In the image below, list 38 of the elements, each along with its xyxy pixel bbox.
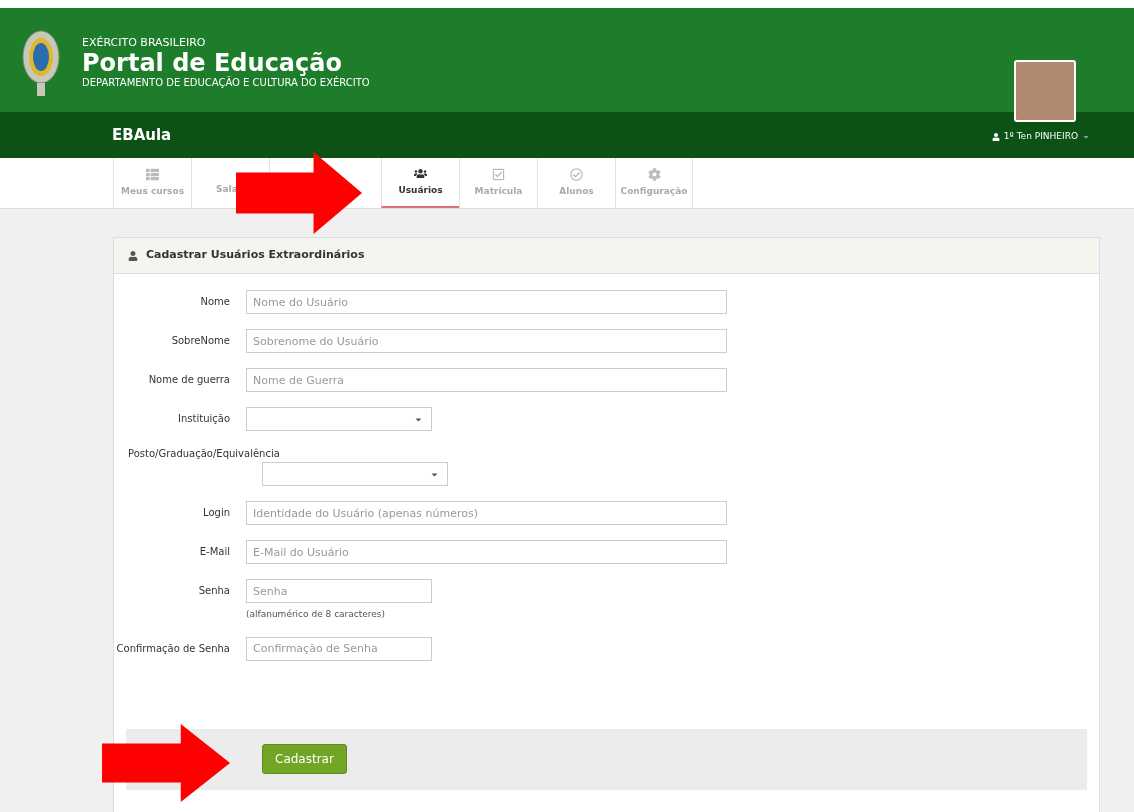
field-label: Nome de guerra (147, 373, 231, 387)
field-label: Posto/Graduação/Equivalência (128, 447, 281, 461)
field-label: SobreNome (170, 334, 231, 348)
field-label: Login (202, 506, 231, 520)
input-field[interactable]: Sobrenome do Usuário (246, 329, 727, 353)
caret-icon (1082, 133, 1090, 141)
overline-text: EXÉRCITO BRASILEIRO (82, 37, 207, 49)
input-field[interactable]: Confirmação de Senha (246, 636, 432, 661)
field-label: Senha (197, 584, 231, 598)
portal-title: Portal de Educação (82, 49, 342, 77)
input-field[interactable]: Senha (246, 579, 432, 603)
nav-tab[interactable]: Meus cursos (113, 158, 191, 208)
field-label: E-Mail (198, 545, 231, 559)
users-icon (414, 166, 427, 180)
field-label: Confirmação de Senha (115, 641, 231, 656)
input-field[interactable]: Identidade do Usuário (apenas números) (246, 501, 727, 525)
gear-icon (647, 167, 661, 181)
nav-tab[interactable]: Alunos (537, 158, 615, 208)
help-text: (alfanumérico de 8 caracteres) (246, 608, 387, 621)
field-label: Nome (199, 295, 231, 309)
submit-button[interactable]: Cadastrar (262, 744, 347, 774)
user-icon (128, 250, 138, 261)
input-field[interactable]: Nome de Guerra (246, 368, 727, 392)
brand-text[interactable]: EBAula (112, 123, 172, 147)
select-field[interactable] (246, 407, 432, 431)
subtitle-text: DEPARTAMENTO DE EDUCAÇÃO E CULTURA DO EXÉRCITO (82, 77, 370, 89)
list-icon (146, 167, 159, 181)
field-label: Instituição (177, 412, 231, 426)
nav-tab[interactable]: Matrícula (459, 158, 537, 208)
user-menu[interactable]: 1º Ten PINHEIRO (991, 130, 1090, 144)
user-icon (991, 133, 1000, 141)
avatar-photo[interactable] (1014, 60, 1076, 122)
select-field[interactable] (262, 462, 448, 486)
input-field[interactable]: Nome do Usuário (246, 290, 727, 314)
nav-tab[interactable]: Configuração (615, 158, 693, 208)
panel-title: Cadastrar Usuários Extraordinários (146, 247, 365, 264)
input-field[interactable]: E-Mail do Usuário (246, 540, 727, 564)
checkbox-icon (492, 167, 505, 181)
